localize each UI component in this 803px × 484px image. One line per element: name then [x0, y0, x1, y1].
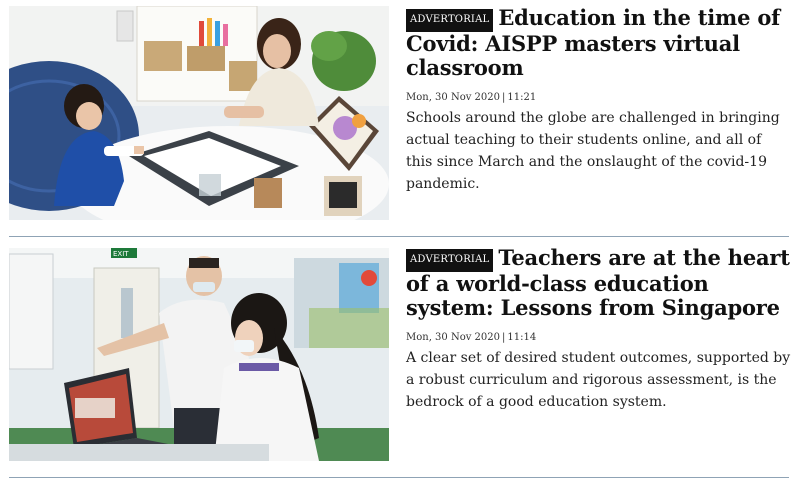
article-meta: Mon, 30 Nov 2020 | 11:14: [406, 332, 791, 343]
article-date: Mon, 30 Nov 2020: [406, 92, 501, 103]
article-feed: ADVERTORIAL Education in the time of Covi…: [0, 0, 803, 484]
advertorial-badge: ADVERTORIAL: [406, 249, 494, 272]
article-card: ADVERTORIAL Education in the time of Covi…: [0, 0, 803, 236]
teacher-student-photo: EXIT: [9, 248, 389, 461]
exit-sign: EXIT: [113, 250, 129, 258]
article-divider: [9, 477, 789, 478]
article-headline[interactable]: ADVERTORIAL Teachers are at the heart of …: [406, 246, 791, 320]
article-thumbnail[interactable]: EXIT: [9, 248, 389, 461]
article-time: 11:14: [507, 332, 537, 343]
classroom-photo: [9, 6, 389, 220]
article-excerpt: A clear set of desired student outcomes,…: [406, 350, 791, 410]
article-headline[interactable]: ADVERTORIAL Education in the time of Covi…: [406, 6, 791, 80]
article-thumbnail[interactable]: [9, 6, 389, 220]
article-time: 11:21: [507, 92, 537, 103]
meta-separator: |: [502, 92, 506, 103]
article-divider: [9, 236, 789, 237]
meta-separator: |: [502, 332, 506, 343]
article-meta: Mon, 30 Nov 2020 | 11:21: [406, 92, 791, 103]
advertorial-badge: ADVERTORIAL: [406, 9, 494, 32]
article-date: Mon, 30 Nov 2020: [406, 332, 501, 343]
article-card: EXIT ADVERTORIAL Teachers are at the hea…: [0, 238, 803, 477]
article-excerpt: Schools around the globe are challenged …: [406, 110, 780, 192]
article-text: ADVERTORIAL Education in the time of Covi…: [406, 6, 791, 195]
article-text: ADVERTORIAL Teachers are at the heart of …: [406, 246, 791, 413]
